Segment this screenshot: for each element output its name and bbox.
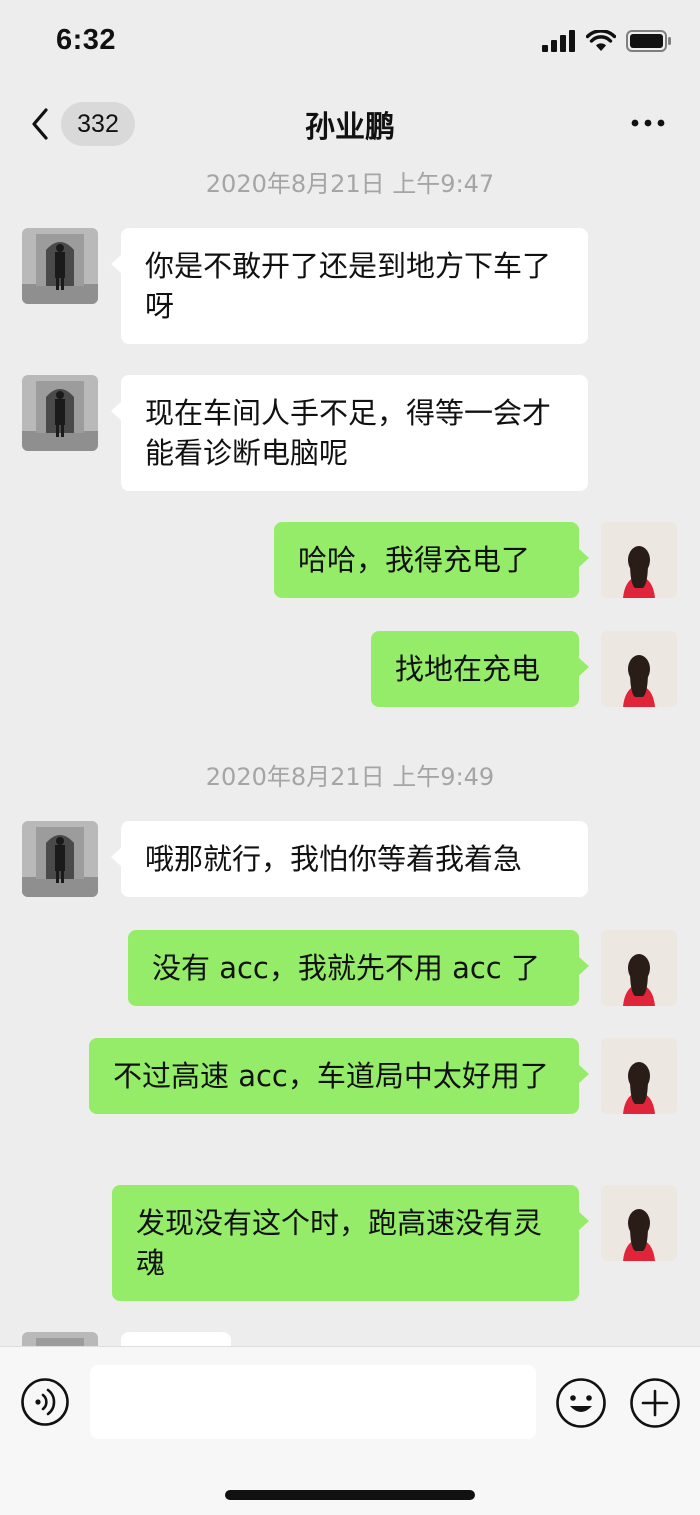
self-avatar-image (601, 930, 677, 1006)
chat-screen: 6:32 332 孙业鹏 2020年8月21日 上午9:47 你是不敢开了还是到… (0, 0, 700, 1515)
emoji-icon[interactable] (555, 1377, 607, 1429)
voice-icon[interactable] (20, 1377, 70, 1427)
message-bubble-sent[interactable]: 找地在充电 (371, 631, 589, 707)
chat-title: 孙业鹏 (305, 110, 395, 145)
self-avatar[interactable] (601, 1038, 677, 1114)
contact-avatar-image (22, 821, 98, 897)
self-avatar[interactable] (601, 1185, 677, 1261)
message-timestamp: 2020年8月21日 上午9:47 (205, 170, 495, 198)
home-indicator (225, 1490, 475, 1500)
more-options-button[interactable] (630, 110, 666, 136)
message-bubble-sent[interactable]: 哈哈，我得充电了 (274, 522, 589, 598)
message-bubble-received[interactable]: 现在车间人手不足，得等一会才能看诊断电脑呢 (111, 375, 588, 491)
self-avatar-image (601, 631, 677, 707)
contact-avatar-image (22, 228, 98, 304)
message-input[interactable] (90, 1365, 536, 1439)
back-button[interactable] (26, 104, 56, 144)
self-avatar[interactable] (601, 930, 677, 1006)
wifi-icon (586, 30, 616, 51)
contact-avatar-image (22, 375, 98, 451)
message-bubble-sent[interactable]: 发现没有这个时，跑高速没有灵魂 (112, 1185, 589, 1301)
contact-avatar[interactable] (22, 228, 98, 304)
message-bubble-sent[interactable]: 没有 acc，我就先不用 acc 了 (128, 930, 589, 1006)
status-icons (542, 30, 672, 52)
signal-icon (542, 30, 575, 52)
unread-count-badge[interactable]: 332 (61, 102, 135, 146)
message-bubble-sent[interactable]: 不过高速 acc，车道局中太好用了 (89, 1038, 589, 1114)
battery-icon (626, 30, 671, 52)
plus-icon[interactable] (629, 1377, 681, 1429)
message-bubble-received[interactable]: 你是不敢开了还是到地方下车了呀 (111, 228, 588, 344)
self-avatar[interactable] (601, 522, 677, 598)
status-time: 6:32 (56, 24, 117, 56)
self-avatar[interactable] (601, 631, 677, 707)
message-bubble-received[interactable]: 哦那就行，我怕你等着我着急 (111, 821, 588, 897)
self-avatar-image (601, 1038, 677, 1114)
self-avatar-image (601, 1185, 677, 1261)
contact-avatar[interactable] (22, 821, 98, 897)
self-avatar-image (601, 522, 677, 598)
contact-avatar[interactable] (22, 375, 98, 451)
message-timestamp: 2020年8月21日 上午9:49 (205, 763, 495, 791)
